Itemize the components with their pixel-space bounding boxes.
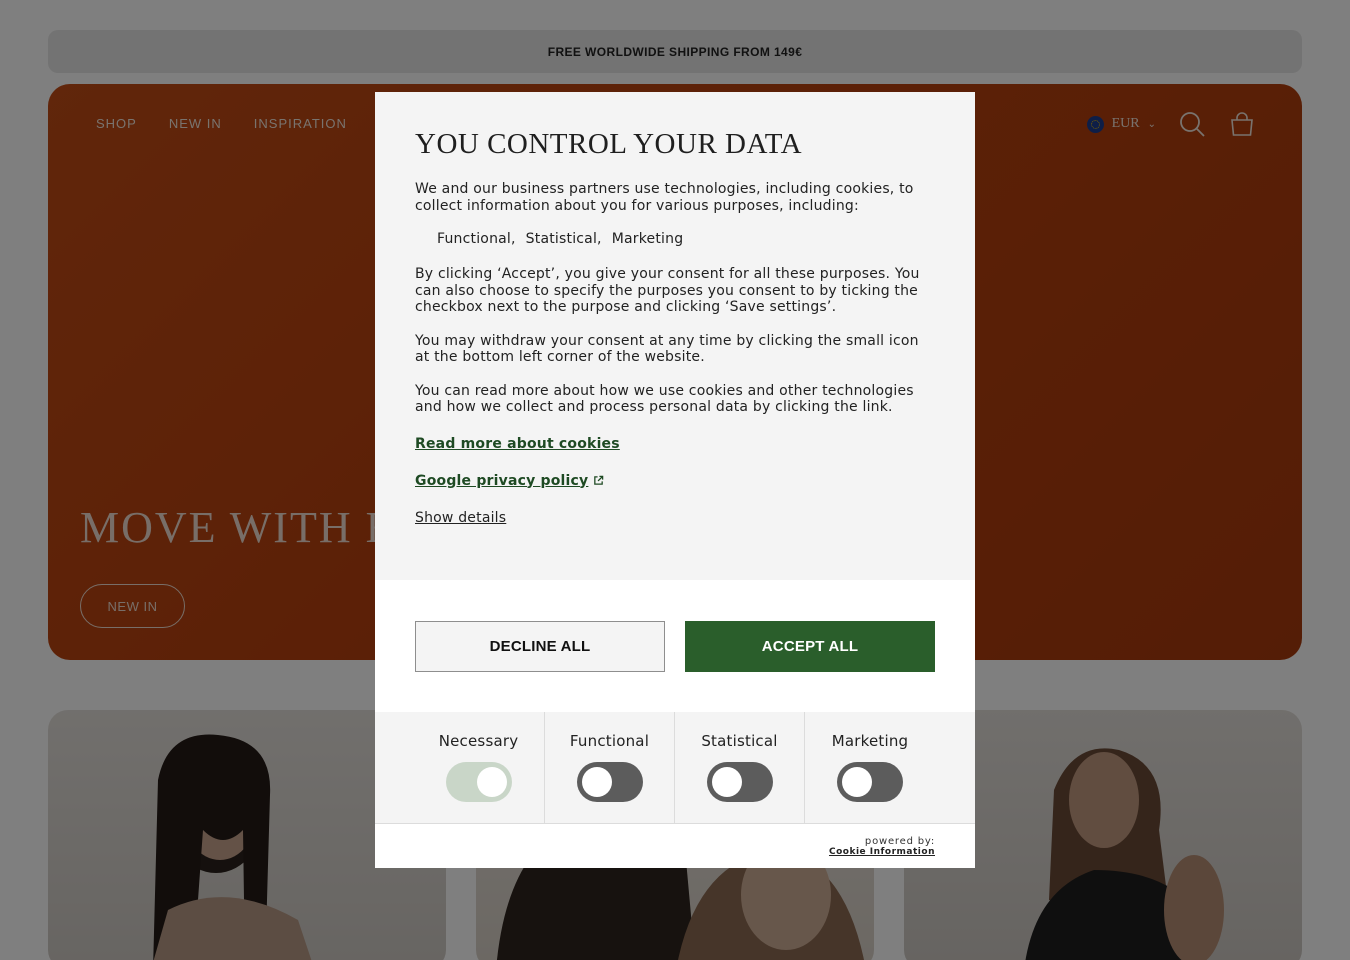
external-link-icon: [594, 475, 604, 485]
statistical-switch[interactable]: [706, 762, 773, 802]
switch-knob: [842, 767, 872, 797]
consent-title: YOU CONTROL YOUR DATA: [415, 128, 803, 160]
decline-all-button[interactable]: DECLINE ALL: [415, 621, 665, 672]
purpose-marketing: Marketing: [611, 231, 684, 247]
cookie-information-link[interactable]: Cookie Information: [829, 847, 935, 857]
accept-all-button[interactable]: ACCEPT ALL: [685, 621, 935, 672]
necessary-switch: [445, 762, 512, 802]
toggle-label: Necessary: [438, 732, 519, 750]
toggle-label: Statistical: [701, 732, 778, 750]
toggle-functional: Functional: [545, 712, 675, 823]
switch-knob: [581, 767, 612, 797]
consent-body: YOU CONTROL YOUR DATA We and our busines…: [375, 92, 975, 580]
consent-intro: We and our business partners use technol…: [415, 181, 914, 214]
purpose-list: Functional, Statistical, Marketing: [437, 231, 935, 247]
marketing-switch[interactable]: [837, 762, 903, 802]
consent-read-more-text: You can read more about how we use cooki…: [415, 382, 914, 416]
toggle-marketing: Marketing: [805, 712, 935, 823]
consent-accept-text: By clicking ‘Accept’, you give your cons…: [415, 266, 920, 315]
cookie-consent-dialog: YOU CONTROL YOUR DATA We and our busines…: [375, 92, 975, 868]
google-privacy-link-label: Google privacy policy: [415, 472, 589, 489]
powered-by-label: powered by:: [864, 835, 935, 847]
toggle-label: Functional: [569, 732, 650, 750]
powered-by-footer: powered by: Cookie Information: [375, 824, 975, 868]
consent-actions: DECLINE ALL ACCEPT ALL: [375, 580, 975, 712]
toggle-label: Marketing: [831, 732, 909, 750]
read-more-cookies-link[interactable]: Read more about cookies: [415, 436, 620, 452]
functional-switch[interactable]: [576, 762, 643, 802]
consent-withdraw-text: You may withdraw your consent at any tim…: [415, 332, 919, 366]
google-privacy-link[interactable]: Google privacy policy: [415, 473, 604, 489]
show-details-link[interactable]: Show details: [415, 510, 506, 526]
category-toggles: Necessary Functional Statistical Marketi…: [375, 712, 975, 824]
switch-knob: [711, 767, 742, 797]
switch-knob: [476, 767, 507, 797]
toggle-necessary: Necessary: [375, 712, 545, 823]
toggle-statistical: Statistical: [675, 712, 805, 823]
purpose-functional: Functional,: [437, 231, 516, 247]
purpose-statistical: Statistical,: [525, 231, 602, 247]
